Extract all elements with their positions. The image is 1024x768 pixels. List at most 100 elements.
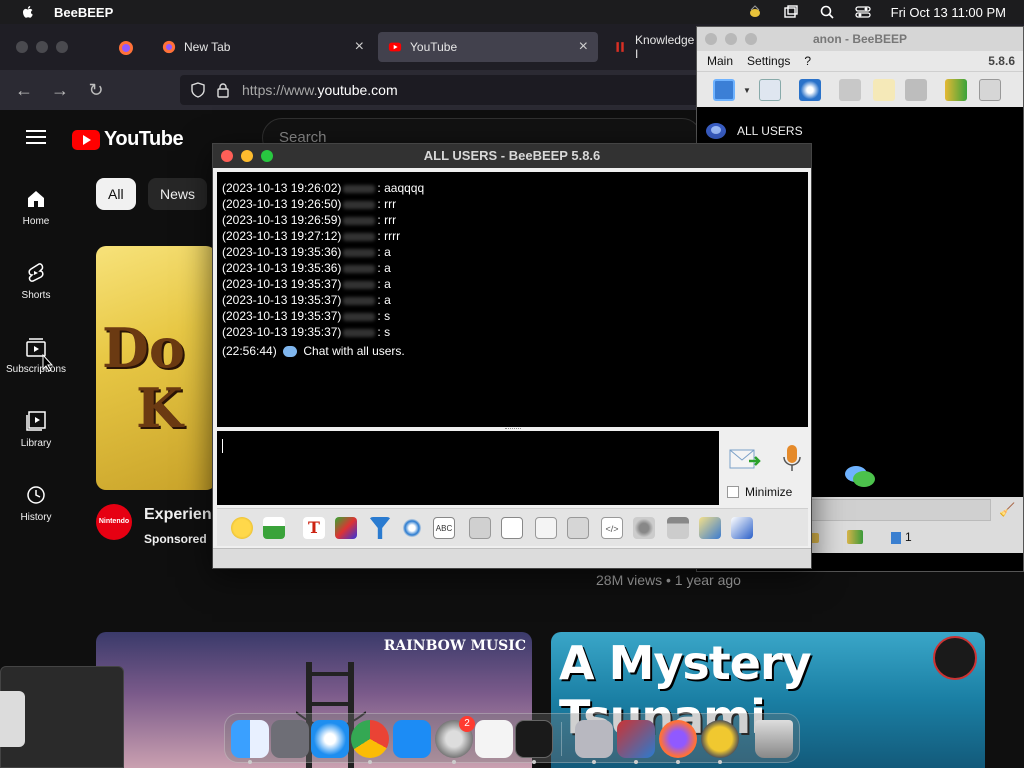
menu-item-main[interactable]: Main [707, 54, 733, 68]
music-note-icon[interactable] [501, 517, 523, 539]
font-size-icon[interactable] [469, 517, 491, 539]
chat-bubbles-icon[interactable] [843, 463, 877, 491]
window-close-button[interactable] [16, 41, 28, 53]
font-color-icon[interactable] [335, 517, 357, 539]
edit-profile-icon[interactable] [759, 79, 781, 101]
plugins-icon[interactable] [905, 79, 927, 101]
sidebar-item-history[interactable]: History [0, 484, 72, 523]
chat-log[interactable]: (2023-10-13 19:26:02): aaqqqq (2023-10-1… [217, 172, 808, 427]
search-icon[interactable] [819, 4, 835, 20]
youtube-play-icon [72, 129, 100, 150]
shield-icon[interactable] [190, 82, 206, 98]
folder-icon[interactable] [667, 517, 689, 539]
sidebar-item-shorts[interactable]: Shorts [0, 262, 72, 301]
microphone-icon[interactable] [781, 443, 803, 473]
menubar-clock[interactable]: Fri Oct 13 11:00 PM [891, 5, 1006, 20]
font-style-icon[interactable]: T [303, 517, 325, 539]
video-thumbnail[interactable]: Do K [96, 246, 216, 490]
close-icon[interactable]: × [355, 38, 364, 56]
close-icon[interactable]: × [579, 38, 588, 56]
back-arrow-icon[interactable]: ← [14, 80, 34, 100]
firefox-icon[interactable] [659, 720, 697, 758]
running-indicator [718, 760, 722, 764]
send-file-icon[interactable] [567, 517, 589, 539]
firefox-view-icon[interactable] [118, 40, 134, 56]
network-broadcast-icon[interactable] [799, 79, 821, 101]
chip-all[interactable]: All [96, 178, 136, 210]
minimize-checkbox[interactable]: Minimize [727, 485, 792, 499]
channel-avatar[interactable]: Nintendo [96, 504, 132, 540]
forward-arrow-icon[interactable]: → [50, 80, 70, 100]
sidebar-item-subscriptions[interactable]: Subscriptions [0, 336, 72, 375]
hamburger-menu-icon[interactable] [26, 130, 46, 144]
url-bar[interactable]: https://www. youtube.com [180, 75, 780, 105]
message-text: : aaqqqq [377, 181, 425, 195]
sidebar-item-home[interactable]: Home [0, 188, 72, 227]
chat-message: (2023-10-13 19:35:37): s [222, 324, 808, 340]
filter-icon[interactable] [369, 517, 391, 539]
redacted-username [343, 200, 376, 209]
sidebar-item-library[interactable]: Library [0, 410, 72, 449]
menu-item-help[interactable]: ? [804, 54, 811, 68]
window-zoom-button[interactable] [261, 150, 273, 162]
safari-icon[interactable] [311, 720, 349, 758]
tab-youtube[interactable]: YouTube × [378, 32, 598, 62]
window-minimize-button[interactable] [725, 33, 737, 45]
window-zoom-button[interactable] [745, 33, 757, 45]
users-status-icon[interactable] [847, 530, 863, 544]
mail-icon[interactable] [263, 517, 285, 539]
lock-icon[interactable] [216, 82, 230, 98]
preview-icon[interactable] [575, 720, 613, 758]
launchpad-icon[interactable] [271, 720, 309, 758]
window-zoom-button[interactable] [56, 41, 68, 53]
all-users-item[interactable]: ALL USERS [705, 121, 803, 141]
app-store-icon[interactable] [393, 720, 431, 758]
checkbox-box[interactable] [727, 486, 739, 498]
app-icon[interactable] [0, 691, 25, 747]
tab-new-tab[interactable]: New Tab × [152, 32, 374, 62]
trash-icon[interactable] [755, 720, 793, 758]
screenshot-icon[interactable] [633, 517, 655, 539]
message-text: : a [377, 261, 391, 275]
textedit-icon[interactable] [475, 720, 513, 758]
folder-icon[interactable] [839, 79, 861, 101]
share-files-icon[interactable] [945, 79, 967, 101]
message-input[interactable] [217, 431, 719, 505]
apple-icon[interactable] [20, 4, 36, 20]
beebeep-icon[interactable] [701, 720, 739, 758]
window-minimize-button[interactable] [241, 150, 253, 162]
write-note-icon[interactable] [873, 79, 895, 101]
window-minimize-button[interactable] [36, 41, 48, 53]
finder-icon[interactable] [231, 720, 269, 758]
youtube-logo[interactable]: YouTube [72, 128, 184, 151]
document-icon[interactable] [535, 517, 557, 539]
notes-icon[interactable] [699, 517, 721, 539]
message-counter[interactable]: 1 [891, 527, 912, 547]
terminal-icon[interactable] [515, 720, 553, 758]
video-title[interactable]: Experienc [144, 506, 220, 524]
send-message-icon[interactable] [729, 447, 761, 473]
user-status-icon[interactable] [713, 79, 735, 101]
save-chat-icon[interactable] [731, 517, 753, 539]
splitter-handle[interactable] [505, 428, 521, 430]
window-app-icon[interactable] [617, 720, 655, 758]
chrome-icon[interactable] [351, 720, 389, 758]
menubar-app-name[interactable]: BeeBEEP [54, 5, 113, 20]
settings-gear-icon[interactable] [401, 517, 423, 539]
window-switcher-icon[interactable] [783, 4, 799, 20]
control-center-icon[interactable] [854, 4, 871, 20]
code-icon[interactable]: </> [601, 517, 623, 539]
emoticon-icon[interactable] [231, 517, 253, 539]
menu-item-settings[interactable]: Settings [747, 54, 790, 68]
window-close-button[interactable] [705, 33, 717, 45]
tab-label: Knowledge I [634, 33, 695, 61]
chevron-down-icon[interactable]: ▼ [743, 86, 751, 95]
reload-icon[interactable]: ↻ [86, 80, 106, 100]
window-close-button[interactable] [221, 150, 233, 162]
spellcheck-icon[interactable]: ABC [433, 517, 455, 539]
beebeep-tray-icon[interactable] [747, 4, 763, 20]
tab-knowledge[interactable]: Knowledge I [604, 32, 696, 62]
trash-icon[interactable] [979, 79, 1001, 101]
chip-news[interactable]: News [148, 178, 208, 210]
clear-filter-icon[interactable]: 🧹 [999, 502, 1015, 518]
